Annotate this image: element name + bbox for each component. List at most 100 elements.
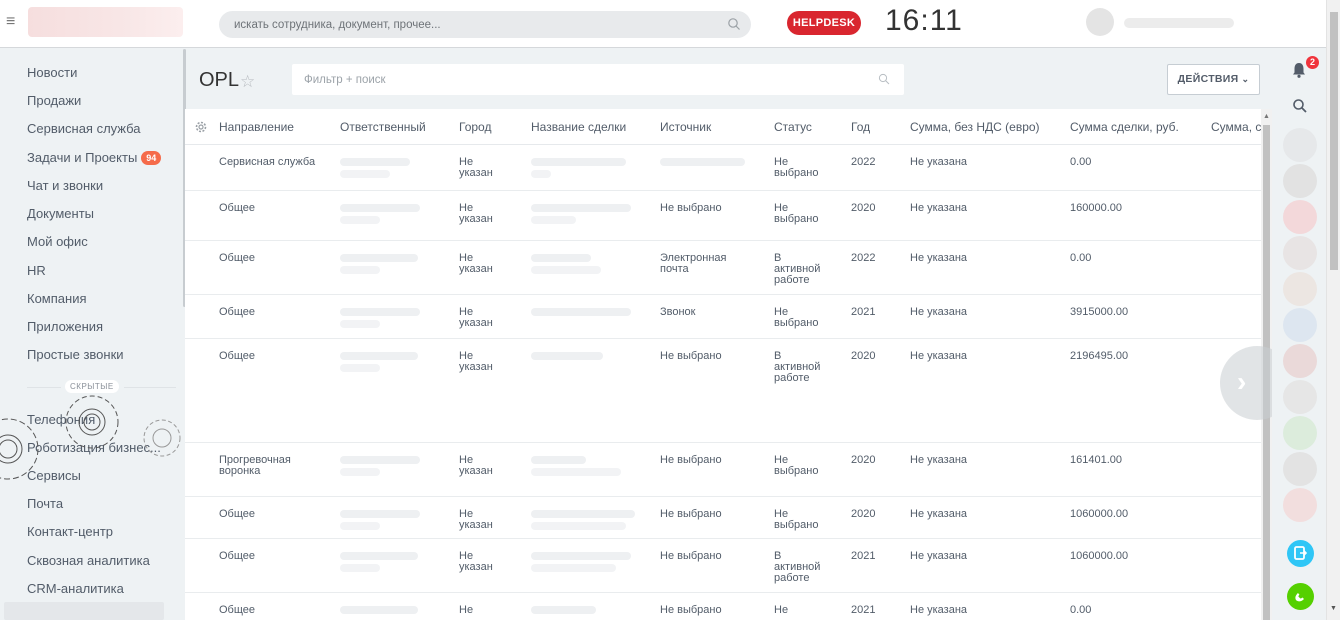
menu-item-my-office[interactable]: Мой офис (27, 232, 88, 252)
contact-avatar[interactable] (1283, 164, 1317, 198)
actions-dropdown-button[interactable]: ДЕЙСТВИЯ ⌄ (1167, 64, 1260, 95)
cell-responsible[interactable] (340, 254, 418, 262)
column-header[interactable]: Сумма сделки, руб. (1070, 120, 1179, 134)
scrollbar-thumb[interactable] (1330, 12, 1338, 270)
menu-item-mail[interactable]: Почта (27, 494, 63, 514)
cell-responsible[interactable] (340, 320, 380, 328)
cell-deal-name[interactable] (531, 216, 576, 224)
cell-deal-name[interactable] (531, 170, 551, 178)
cell-deal-name[interactable] (531, 308, 631, 316)
menu-item-crm-analytics[interactable]: CRM-аналитика (27, 579, 124, 599)
menu-item-service[interactable]: Сервисная служба (27, 119, 141, 139)
contact-avatar[interactable] (1283, 416, 1317, 450)
cell-deal-name[interactable] (531, 158, 626, 166)
company-logo[interactable] (28, 7, 183, 37)
favorite-star-icon[interactable]: ☆ (240, 72, 255, 92)
cell-responsible[interactable] (340, 308, 420, 316)
scroll-up-icon[interactable]: ▲ (1263, 113, 1270, 120)
cell-deal-name[interactable] (531, 456, 586, 464)
cell-responsible[interactable] (340, 606, 418, 614)
cell-deal-name[interactable] (531, 510, 635, 518)
table-row[interactable]: Сервисная служба Не указан Не выбрано 20… (185, 145, 1261, 191)
contact-avatar[interactable] (1283, 344, 1317, 378)
menu-hamburger-icon[interactable]: ≡ (6, 14, 22, 30)
column-header[interactable]: Сумма, с (1211, 120, 1261, 134)
user-profile[interactable] (1086, 8, 1246, 38)
search-icon[interactable] (1292, 98, 1308, 114)
contact-avatar[interactable] (1283, 128, 1317, 162)
cell-deal-name[interactable] (531, 468, 621, 476)
table-row[interactable]: Общее Не указан Не выбрано Не выбрано 20… (185, 497, 1261, 539)
column-header[interactable]: Источник (660, 120, 711, 134)
page-scrollbar[interactable]: ▼ (1326, 0, 1340, 620)
cell-deal-name[interactable] (531, 552, 631, 560)
cell-responsible[interactable] (340, 510, 420, 518)
cell-deal-name[interactable] (531, 606, 596, 614)
cell-deal-name[interactable] (531, 564, 616, 572)
menu-item-news[interactable]: Новости (27, 63, 77, 83)
cell-deal-name[interactable] (531, 266, 601, 274)
cell-responsible[interactable] (340, 364, 380, 372)
open-line-button[interactable] (1287, 540, 1314, 567)
table-row[interactable]: Общее Не указан Не выбрано В активной ра… (185, 339, 1261, 443)
table-row[interactable]: Общее Не указан Не выбрано Не выбрано 20… (185, 191, 1261, 241)
cell-responsible[interactable] (340, 204, 420, 212)
column-header[interactable]: Название сделки (531, 120, 626, 134)
global-search[interactable] (219, 11, 751, 38)
menu-item-company[interactable]: Компания (27, 289, 87, 309)
menu-item-analytics[interactable]: Сквозная аналитика (27, 551, 150, 571)
call-button[interactable] (1287, 583, 1314, 610)
menu-item-hr[interactable]: HR (27, 261, 46, 281)
filter-search[interactable] (292, 64, 904, 95)
menu-item-rpa[interactable]: Роботизация бизнес... (27, 438, 161, 458)
table-row[interactable]: Общее Не указан Не выбрано В активной ра… (185, 539, 1261, 593)
cell-responsible[interactable] (340, 216, 380, 224)
helpdesk-button[interactable]: HELPDESK (787, 11, 861, 35)
cell-responsible[interactable] (340, 266, 380, 274)
column-header[interactable]: Ответственный (340, 120, 426, 134)
menu-item-documents[interactable]: Документы (27, 204, 94, 224)
table-row[interactable]: Общее Не указан Электронная почта В акти… (185, 241, 1261, 295)
menu-item-chat[interactable]: Чат и звонки (27, 176, 103, 196)
menu-item-telephony[interactable]: Телефония (27, 410, 95, 430)
cell-deal-name[interactable] (531, 254, 591, 262)
filter-input[interactable] (292, 64, 904, 95)
menu-item-sales[interactable]: Продажи (27, 91, 81, 111)
menu-item-tasks[interactable]: Задачи и Проекты 94 (27, 148, 162, 168)
cell-responsible[interactable] (340, 468, 380, 476)
menu-footer[interactable] (4, 602, 164, 620)
column-header[interactable]: Статус (774, 120, 812, 134)
gear-icon[interactable] (195, 121, 207, 133)
menu-item-contact-center[interactable]: Контакт-центр (27, 522, 113, 542)
table-row[interactable]: Общее Не указан Звонок Не выбрано 2021 Н… (185, 295, 1261, 339)
avatar[interactable] (1086, 8, 1114, 36)
contact-avatar[interactable] (1283, 272, 1317, 306)
column-header[interactable]: Сумма, без НДС (евро) (910, 120, 1040, 134)
contact-avatar[interactable] (1283, 380, 1317, 414)
menu-item-simple-calls[interactable]: Простые звонки (27, 345, 124, 365)
table-row[interactable]: Общее Не Не выбрано Не 2021 Не указана 0… (185, 593, 1261, 620)
cell-responsible[interactable] (340, 552, 418, 560)
search-input[interactable] (219, 11, 751, 38)
table-row[interactable]: Прогревочная воронка Не указан Не выбран… (185, 443, 1261, 497)
menu-item-services[interactable]: Сервисы (27, 466, 81, 486)
cell-responsible[interactable] (340, 170, 390, 178)
cell-deal-name[interactable] (531, 204, 631, 212)
cell-deal-name[interactable] (531, 522, 626, 530)
cell-responsible[interactable] (340, 564, 380, 572)
cell-deal-name[interactable] (531, 352, 603, 360)
cell-responsible[interactable] (340, 522, 380, 530)
contact-avatar[interactable] (1283, 452, 1317, 486)
cell-responsible[interactable] (340, 456, 420, 464)
column-header[interactable]: Направление (219, 120, 294, 134)
user-name[interactable] (1124, 18, 1234, 28)
contact-avatar[interactable] (1283, 308, 1317, 342)
contact-avatar[interactable] (1283, 200, 1317, 234)
column-header[interactable]: Год (851, 120, 870, 134)
contact-avatar[interactable] (1283, 488, 1317, 522)
menu-item-apps[interactable]: Приложения (27, 317, 103, 337)
search-icon[interactable] (878, 73, 890, 85)
cell-responsible[interactable] (340, 352, 418, 360)
search-icon[interactable] (727, 17, 741, 31)
cell-responsible[interactable] (340, 158, 410, 166)
